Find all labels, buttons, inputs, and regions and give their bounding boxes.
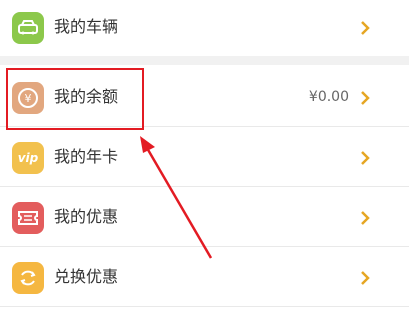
menu-item-my-discounts[interactable]: 我的优惠 [0,190,409,247]
menu-item-label: 我的优惠 [54,207,119,226]
car-icon [12,12,44,44]
chevron-right-icon [361,91,370,105]
highlight-box [6,68,144,130]
menu-item-label: 我的车辆 [54,17,119,36]
menu-item-label: 我的年卡 [54,147,119,166]
menu-item-redeem-discount[interactable]: 兑换优惠 [0,250,409,307]
menu-item-label: 兑换优惠 [54,267,119,286]
coupon-icon [12,202,44,234]
exchange-icon [12,262,44,294]
vip-icon-text: vip [17,151,39,165]
menu-item-my-vehicles[interactable]: 我的车辆 [0,0,409,57]
chevron-right-icon [361,151,370,165]
chevron-right-icon [361,271,370,285]
menu-item-my-annual-card[interactable]: vip 我的年卡 [0,130,409,187]
chevron-right-icon [361,21,370,35]
chevron-right-icon [361,211,370,225]
balance-value: ¥0.00 [308,89,349,105]
vip-card-icon: vip [12,142,44,174]
section-gap [0,56,409,65]
